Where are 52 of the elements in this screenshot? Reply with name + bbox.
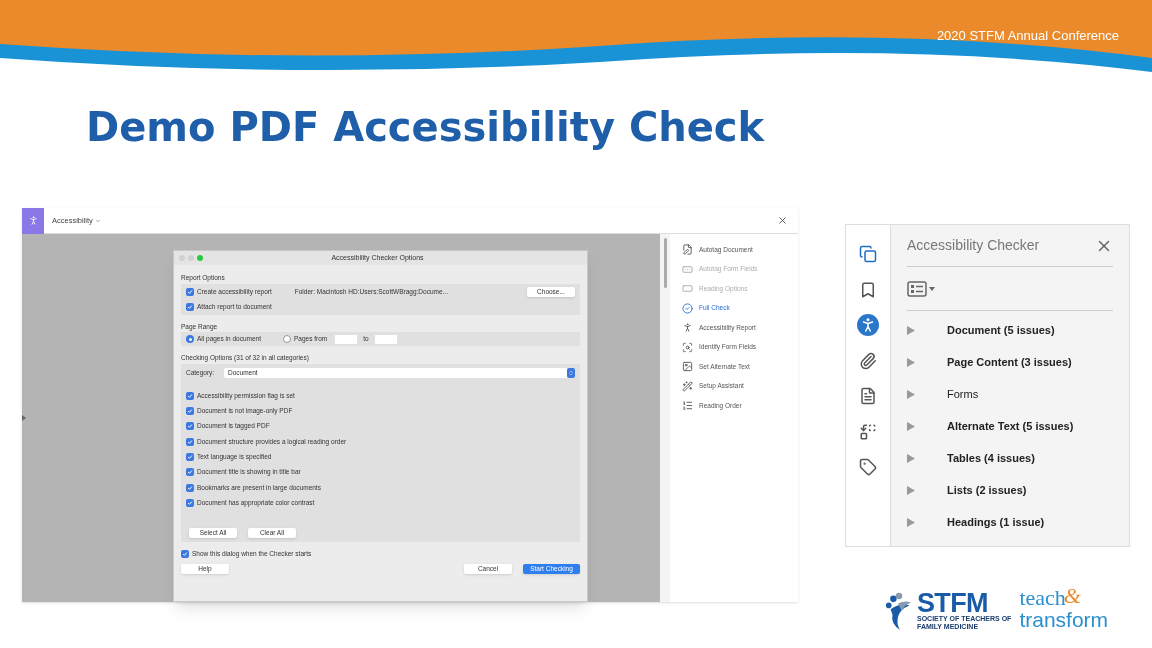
checker-category[interactable]: Forms: [907, 385, 1113, 404]
tool-icon: [682, 322, 693, 333]
checkbox[interactable]: [186, 406, 194, 415]
checker-category[interactable]: Alternate Text (5 issues): [907, 417, 1113, 436]
logo-stfm: STFM: [917, 591, 988, 615]
expand-arrow-icon: [907, 518, 915, 527]
checker-category[interactable]: Lists (2 issues): [907, 481, 1113, 500]
tool-icon: [682, 341, 693, 353]
checker-category[interactable]: Headings (1 issue): [907, 513, 1113, 532]
logo-figure-icon: [885, 591, 913, 631]
checkbox[interactable]: [186, 453, 194, 461]
checkbox[interactable]: [186, 287, 194, 296]
page-to-field[interactable]: [374, 334, 397, 344]
checkbox[interactable]: [186, 391, 194, 400]
panel-title: Accessibility Checker: [907, 236, 1041, 255]
checker-category[interactable]: Page Content (3 issues): [907, 353, 1113, 372]
expand-arrow-icon: [907, 390, 915, 399]
page-from-field[interactable]: [335, 334, 358, 344]
tool-icon: [682, 302, 693, 314]
tool-icon: [682, 283, 693, 294]
checkbox[interactable]: [181, 549, 189, 558]
expand-arrow-icon: [907, 358, 915, 367]
expand-arrow-icon: [907, 422, 915, 431]
accessibility-check-icon[interactable]: [857, 314, 879, 336]
expand-arrow-icon: [907, 326, 915, 335]
radio-button[interactable]: [186, 335, 194, 344]
accessibility-icon[interactable]: [22, 207, 44, 234]
checker-category[interactable]: Document (5 issues): [907, 321, 1113, 340]
slide-title: Demo PDF Accessibility Check: [86, 103, 766, 152]
dropdown-stepper-icon: [567, 367, 575, 378]
checkbox[interactable]: [186, 422, 194, 431]
tool-icon: [682, 244, 693, 255]
expand-arrow-icon: [907, 486, 915, 495]
tool-icon: [682, 400, 693, 411]
expand-arrow-icon[interactable]: [22, 415, 26, 421]
tool-icon: [682, 263, 693, 275]
tool-icon: [682, 380, 693, 392]
radio-button[interactable]: [282, 335, 291, 344]
checker-category[interactable]: Tables (4 issues): [907, 449, 1113, 468]
logo-transform: transform: [1019, 609, 1109, 631]
close-icon[interactable]: [777, 215, 788, 226]
tag-icon[interactable]: [857, 456, 879, 478]
checkbox[interactable]: [186, 483, 194, 492]
options-menu-icon[interactable]: [907, 280, 935, 297]
pages-icon[interactable]: [857, 243, 879, 265]
conference-label: 2020 STFM Annual Conference: [936, 27, 1119, 45]
checkbox[interactable]: [186, 468, 194, 477]
tool-icon: [682, 361, 693, 372]
expand-arrow-icon: [907, 454, 915, 463]
checkbox[interactable]: [186, 499, 194, 508]
checkbox[interactable]: [186, 302, 194, 311]
checkbox[interactable]: [186, 437, 194, 446]
